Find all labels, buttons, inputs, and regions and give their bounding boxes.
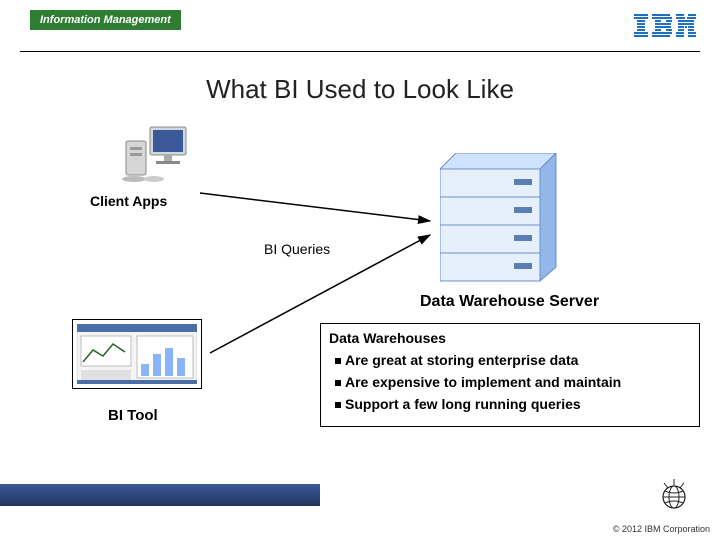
server-label: Data Warehouse Server	[420, 293, 599, 311]
client-computer-icon	[120, 123, 190, 183]
callout-panel: Data Warehouses Are great at storing ent…	[320, 323, 700, 427]
ibm-logo-icon	[634, 14, 696, 43]
callout-item: Are expensive to implement and maintain	[335, 374, 691, 390]
callout-heading: Data Warehouses	[329, 330, 691, 346]
callout-item: Support a few long running queries	[335, 396, 691, 412]
client-apps-label: Client Apps	[90, 193, 167, 209]
globe-icon	[658, 479, 690, 516]
bi-tool-label: BI Tool	[108, 407, 158, 424]
slide-title: What BI Used to Look Like	[0, 74, 720, 105]
diagram-area: Client Apps BI Queries Data Warehouse Se…	[0, 123, 720, 413]
bi-queries-label: BI Queries	[264, 241, 330, 257]
callout-item: Are great at storing enterprise data	[335, 352, 691, 368]
slide-header: Information Management	[20, 0, 700, 52]
bi-tool-thumbnail	[72, 319, 202, 389]
copyright-text: © 2012 IBM Corporation	[613, 524, 710, 534]
brand-badge: Information Management	[30, 10, 181, 30]
footer-bar	[0, 484, 320, 506]
server-icon	[440, 153, 560, 283]
callout-list: Are great at storing enterprise data Are…	[329, 352, 691, 412]
